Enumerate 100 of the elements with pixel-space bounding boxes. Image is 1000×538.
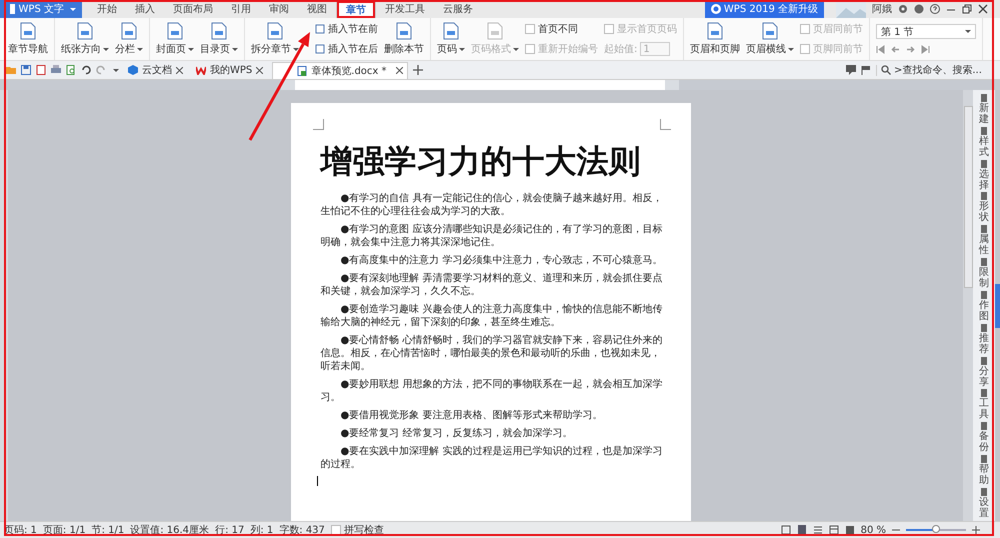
save-icon[interactable] <box>21 65 31 75</box>
page-view-icon[interactable] <box>796 525 807 535</box>
status-item: 字数: 437 <box>279 524 325 537</box>
outline-view-icon[interactable] <box>812 525 823 535</box>
add-icon[interactable] <box>413 65 424 75</box>
checkbox[interactable]: 首页不同 <box>525 22 598 36</box>
zoom-value: 80 % <box>860 524 886 536</box>
close-icon[interactable] <box>256 66 264 74</box>
user-menu[interactable]: 阿娥 <box>872 2 892 16</box>
document-icon <box>167 22 183 40</box>
ribbon-button[interactable]: 纸张方向 <box>61 22 109 56</box>
ribbon-button[interactable]: 拆分章节 <box>251 22 299 56</box>
checkbox[interactable]: 拼写检查 <box>330 523 384 537</box>
status-item: 列: 1 <box>250 524 274 537</box>
side-panel-button[interactable]: 属性 <box>979 225 989 256</box>
menu-tab[interactable]: 插入 <box>126 0 164 18</box>
close-icon[interactable] <box>176 66 183 74</box>
ribbon-button[interactable]: 页眉横线 <box>746 22 794 56</box>
ribbon-button[interactable]: 插入节在前 <box>315 22 378 36</box>
help-icon[interactable] <box>930 4 940 14</box>
flag-icon[interactable] <box>861 65 871 75</box>
document-icon <box>77 22 93 40</box>
restore-icon[interactable] <box>962 4 972 14</box>
zoom-in-icon[interactable] <box>972 526 980 534</box>
panel-toggle[interactable] <box>995 284 1000 328</box>
close-icon[interactable] <box>396 67 404 74</box>
menu-tab[interactable]: 页面布局 <box>164 0 222 18</box>
caret-icon <box>965 30 971 33</box>
side-panel-button[interactable]: 设置 <box>979 488 989 519</box>
menu-tab[interactable]: 云服务 <box>434 0 482 18</box>
paragraph: ●有学习的意图 应该分清哪些知识是必须记住的，有了学习的意图，目标明确，就会集中注意力将其深深地记住。 <box>320 223 662 249</box>
undo-icon[interactable] <box>81 65 91 75</box>
margin-mark <box>660 119 670 130</box>
comment-icon[interactable] <box>846 65 856 75</box>
document-icon <box>707 22 723 40</box>
side-panel-button[interactable]: 限制 <box>979 258 989 290</box>
paragraph: ●要经常复习 经常复习，反复练习，就会加深学习。 <box>340 427 574 440</box>
caret-icon <box>70 8 76 10</box>
menu-tab[interactable]: 审阅 <box>260 0 298 18</box>
cube-icon <box>128 65 138 75</box>
previous-icon[interactable] <box>891 45 900 54</box>
preview-icon[interactable] <box>66 65 76 75</box>
section-dropdown[interactable]: 第 1 节 <box>876 24 976 39</box>
caret-icon <box>459 48 465 51</box>
menu-tab[interactable]: 开发工具 <box>376 0 434 18</box>
document-icon <box>267 22 283 40</box>
fullscreen-icon[interactable] <box>780 525 791 535</box>
document-tab[interactable]: 章体预览.docx * <box>272 62 408 78</box>
document-icon <box>211 22 227 40</box>
paragraph: ●有高度集中的注意力 学习必须集中注意力，专心致志，不可心猿意马。 <box>340 254 662 267</box>
side-panel-button[interactable]: 分享 <box>979 356 989 388</box>
search-field[interactable]: >查找命令、搜索... <box>876 64 994 76</box>
close-icon[interactable] <box>978 4 988 14</box>
side-panel-button[interactable]: 选择 <box>979 160 989 191</box>
document-tab[interactable]: 我的WPS <box>192 62 268 78</box>
text-cursor <box>316 476 318 486</box>
first-icon[interactable] <box>876 45 885 54</box>
caret-icon <box>103 48 109 51</box>
document-icon <box>20 22 36 40</box>
print-icon[interactable] <box>51 65 61 75</box>
ribbon-button[interactable]: 目录页 <box>200 22 238 56</box>
side-panel-button[interactable]: 推荐 <box>979 324 989 355</box>
ribbon-button[interactable]: 插入节在后 <box>315 42 378 56</box>
caret-icon <box>788 48 794 51</box>
settings-icon[interactable] <box>898 4 908 14</box>
ribbon-button[interactable]: 页眉和页脚 <box>690 22 740 56</box>
side-panel-button[interactable]: 工具 <box>979 389 989 420</box>
w-logo-icon <box>196 65 206 75</box>
menu-tab[interactable]: 开始 <box>88 0 126 18</box>
side-panel-button[interactable]: 新建 <box>979 94 989 125</box>
side-panel-button[interactable]: 形状 <box>979 192 989 224</box>
side-panel-button[interactable]: 作图 <box>979 290 989 322</box>
menu-tab[interactable]: 视图 <box>298 0 336 18</box>
status-item: 设置值: 16.4厘米 <box>130 524 210 537</box>
scrollbar[interactable] <box>963 90 973 521</box>
ribbon-button[interactable]: 页码 <box>437 22 465 56</box>
side-panel-button[interactable]: 帮助 <box>979 455 989 486</box>
status-item: 行: 17 <box>215 524 244 537</box>
ribbon-button[interactable]: 分栏 <box>115 22 143 56</box>
side-panel-button[interactable]: 样式 <box>979 126 989 158</box>
menu-tab[interactable]: 引用 <box>222 0 260 18</box>
paragraph: ●要妙用联想 用想象的方法，把不同的事物联系在一起，就会相互加深学习。 <box>320 378 662 404</box>
caret-icon <box>293 48 299 51</box>
ribbon-button[interactable]: 封面页 <box>156 22 194 56</box>
document-icon <box>121 22 137 40</box>
document-tab[interactable]: 云文档 <box>124 62 187 78</box>
web-view-icon[interactable] <box>828 525 839 535</box>
paragraph: ●要创造学习趣味 兴趣会使人的注意力高度集中，愉快的信息能不断地传输给大脑的神经元，留下深刻的印象，甚至终生难忘。 <box>320 303 662 329</box>
paragraph: ●要有深刻地理解 弄清需要学习材料的意义、道理和来历，就会抓住要点和关键，就会加深学习，久久不忘。 <box>320 272 662 298</box>
caret-icon <box>232 48 238 51</box>
caret-icon <box>188 48 194 51</box>
last-icon[interactable] <box>921 45 930 54</box>
document-icon <box>297 66 308 76</box>
side-panel-button[interactable]: 备份 <box>979 422 989 454</box>
status-item: 页面: 1/1 <box>42 524 86 537</box>
next-icon[interactable] <box>906 45 915 54</box>
ribbon-button[interactable]: 删除本节 <box>384 22 424 56</box>
caret-icon[interactable] <box>113 68 119 72</box>
ribbon-button[interactable]: 章节导航 <box>8 22 48 56</box>
document-icon <box>443 22 459 40</box>
